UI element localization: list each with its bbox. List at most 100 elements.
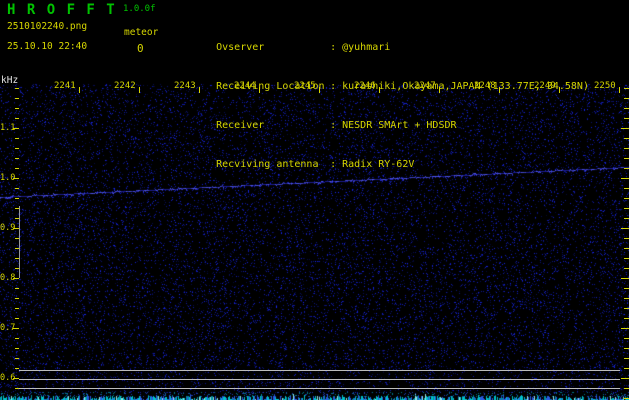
freq-minor-tick-right [624, 288, 629, 289]
freq-tick-mark-major-right [621, 178, 629, 179]
freq-tick-label: 1.0 [0, 173, 13, 183]
freq-tick-mark-major [13, 178, 19, 179]
freq-minor-tick-left [15, 348, 19, 349]
freq-minor-tick-left [15, 338, 19, 339]
freq-minor-tick-right [624, 238, 629, 239]
freq-minor-tick-left [15, 268, 19, 269]
info-value: @yuhmari [342, 42, 390, 53]
freq-minor-tick-right [624, 368, 629, 369]
info-value: kurashiki,Okayama,JAPAN (133.77E, 34.58N… [342, 81, 589, 92]
freq-minor-tick-left [15, 88, 19, 89]
freq-minor-tick-left [15, 168, 19, 169]
output-filename: 2510102240.png [7, 21, 87, 32]
reference-line [19, 388, 620, 389]
freq-minor-tick-left [15, 318, 19, 319]
freq-minor-tick-right [624, 98, 629, 99]
freq-minor-tick-left [15, 298, 19, 299]
app-title: H R O F F T [7, 2, 116, 18]
freq-minor-tick-right [624, 298, 629, 299]
reference-line [19, 379, 620, 380]
meteor-label: meteor [124, 27, 158, 38]
freq-minor-tick-right [624, 258, 629, 259]
freq-minor-tick-right [624, 148, 629, 149]
freq-tick-label: 0.7 [0, 323, 13, 333]
freq-minor-tick-right [624, 168, 629, 169]
freq-minor-tick-left [15, 288, 19, 289]
meteor-count: 0 [137, 42, 144, 55]
freq-minor-tick-right [624, 138, 629, 139]
freq-minor-tick-right [624, 268, 629, 269]
info-row-antenna: Recviving antenna:Radix RY-62V [180, 145, 589, 158]
info-colon: : [330, 158, 342, 171]
info-colon: : [330, 80, 342, 93]
freq-tick-mark-major-right [621, 328, 629, 329]
freq-minor-tick-right [624, 388, 629, 389]
info-label: Receiver [216, 119, 330, 132]
freq-minor-tick-left [15, 208, 19, 209]
freq-tick-mark-major-right [621, 228, 629, 229]
freq-minor-tick-right [624, 358, 629, 359]
info-label: Ovserver [216, 41, 330, 54]
freq-minor-tick-right [624, 158, 629, 159]
info-label: Recviving antenna [216, 158, 330, 171]
info-row-observer: Ovserver:@yuhmari [180, 28, 589, 41]
info-colon: : [330, 119, 342, 132]
time-tick-label: 2250 [594, 81, 616, 91]
freq-tick-mark-major [13, 328, 19, 329]
freq-minor-tick-right [624, 308, 629, 309]
freq-tick-mark-major-right [621, 278, 629, 279]
freq-minor-tick-right [624, 198, 629, 199]
freq-minor-tick-left [15, 248, 19, 249]
freq-minor-tick-left [15, 218, 19, 219]
freq-minor-tick-right [624, 88, 629, 89]
freq-tick-label: 0.9 [0, 223, 13, 233]
freq-tick-mark-major-right [621, 378, 629, 379]
freq-minor-tick-left [15, 308, 19, 309]
timestamp: 25.10.10 22:40 [7, 41, 87, 52]
info-label: Receiving Location [216, 80, 330, 93]
khz-unit-label: kHz [1, 75, 18, 86]
freq-minor-tick-right [624, 338, 629, 339]
freq-minor-tick-right [624, 218, 629, 219]
freq-tick-label: 0.8 [0, 273, 13, 283]
freq-tick-mark-major [13, 128, 19, 129]
info-row-receiver: Receiver:NESDR SMArt + HDSDR [180, 106, 589, 119]
time-tick-mark [139, 87, 140, 93]
reference-line [19, 370, 620, 371]
info-colon: : [330, 41, 342, 54]
freq-tick-mark-major-right [621, 128, 629, 129]
freq-minor-tick-left [15, 358, 19, 359]
freq-tick-label: 0.6 [0, 373, 13, 383]
time-tick-label: 2241 [54, 81, 76, 91]
hrofft-screen: 2241224222432244224522462247224822492250… [0, 0, 629, 400]
time-tick-label: 2242 [114, 81, 136, 91]
freq-minor-tick-right [624, 318, 629, 319]
time-tick-mark [79, 87, 80, 93]
freq-minor-tick-right [624, 118, 629, 119]
freq-tick-label: 1.1 [0, 123, 13, 133]
freq-minor-tick-left [15, 158, 19, 159]
freq-minor-tick-left [15, 148, 19, 149]
freq-tick-mark-major [13, 228, 19, 229]
freq-minor-tick-left [15, 98, 19, 99]
info-value: NESDR SMArt + HDSDR [342, 120, 456, 131]
freq-minor-tick-left [15, 238, 19, 239]
freq-minor-tick-right [624, 208, 629, 209]
freq-minor-tick-left [15, 198, 19, 199]
info-value: Radix RY-62V [342, 159, 414, 170]
freq-minor-tick-right [624, 248, 629, 249]
time-tick-mark [619, 87, 620, 93]
app-version: 1.0.0f [123, 4, 156, 14]
freq-minor-tick-left [15, 138, 19, 139]
freq-minor-tick-left [15, 188, 19, 189]
info-row-location: Receiving Location:kurashiki,Okayama,JAP… [180, 67, 589, 80]
freq-minor-tick-left [15, 368, 19, 369]
freq-minor-tick-right [624, 348, 629, 349]
freq-minor-tick-left [15, 118, 19, 119]
receiver-info: Ovserver:@yuhmari Receiving Location:kur… [180, 2, 589, 184]
freq-minor-tick-left [15, 108, 19, 109]
freq-minor-tick-right [624, 108, 629, 109]
freq-minor-tick-left [15, 258, 19, 259]
freq-minor-tick-right [624, 398, 629, 399]
freq-tick-mark-major [13, 278, 19, 279]
